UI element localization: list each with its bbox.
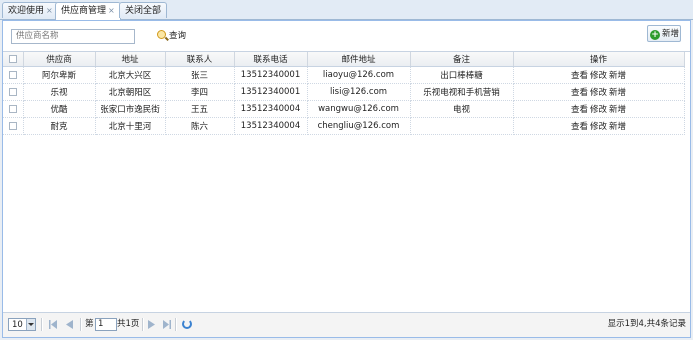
edit-link[interactable]: 修改 bbox=[590, 105, 607, 115]
add-icon: + bbox=[650, 30, 660, 40]
row-checkbox[interactable] bbox=[8, 87, 17, 96]
supplier-name-cell: 耐克 bbox=[23, 117, 96, 135]
actions-cell: 查看 修改 新增 bbox=[513, 66, 685, 84]
column-header-phone[interactable]: 联系电话 bbox=[234, 52, 308, 67]
chevron-down-icon bbox=[26, 319, 35, 330]
column-header-note[interactable]: 备注 bbox=[410, 52, 514, 67]
table-row[interactable]: 乐视 北京朝阳区 李四 13512340001 lisi@126.com 乐视电… bbox=[3, 83, 685, 101]
first-page-icon[interactable] bbox=[49, 320, 57, 329]
supplier-name-cell: 优酷 bbox=[23, 100, 96, 118]
view-link[interactable]: 查看 bbox=[571, 88, 588, 98]
record-summary: 显示1到4,共4条记录 bbox=[607, 319, 686, 329]
address-cell: 北京十里河 bbox=[95, 117, 166, 135]
note-cell: 乐视电视和手机营销 bbox=[410, 83, 514, 101]
address-cell: 张家口市逸民街 bbox=[95, 100, 166, 118]
supplier-grid: 供应商 地址 联系人 联系电话 邮件地址 备注 操作 阿尔卑斯 北京大兴区 张三… bbox=[3, 51, 690, 311]
edit-link[interactable]: 修改 bbox=[590, 122, 607, 132]
email-cell: lisi@126.com bbox=[307, 83, 411, 101]
actions-cell: 查看 修改 新增 bbox=[513, 117, 685, 135]
add-link[interactable]: 新增 bbox=[609, 105, 626, 115]
contact-cell: 李四 bbox=[165, 83, 235, 101]
tab-welcome[interactable]: 欢迎使用 × bbox=[2, 2, 59, 18]
actions-cell: 查看 修改 新增 bbox=[513, 83, 685, 101]
divider bbox=[175, 318, 177, 331]
search-icon bbox=[157, 30, 166, 39]
close-icon[interactable]: × bbox=[108, 6, 115, 15]
tab-label: 欢迎使用 bbox=[8, 6, 45, 16]
actions-cell: 查看 修改 新增 bbox=[513, 100, 685, 118]
divider bbox=[142, 318, 144, 331]
tab-supplier-management[interactable]: 供应商管理 × bbox=[55, 2, 121, 20]
column-header-email[interactable]: 邮件地址 bbox=[307, 52, 411, 67]
column-header-address[interactable]: 地址 bbox=[95, 52, 166, 67]
tab-label: 供应商管理 bbox=[61, 6, 107, 16]
add-button[interactable]: + 新增 bbox=[647, 25, 681, 42]
last-page-icon[interactable] bbox=[163, 320, 171, 329]
contact-cell: 张三 bbox=[165, 66, 235, 84]
table-row[interactable]: 阿尔卑斯 北京大兴区 张三 13512340001 liaoyu@126.com… bbox=[3, 66, 685, 84]
contact-cell: 王五 bbox=[165, 100, 235, 118]
close-icon[interactable]: × bbox=[46, 6, 53, 15]
view-link[interactable]: 查看 bbox=[571, 105, 588, 115]
edit-link[interactable]: 修改 bbox=[590, 71, 607, 81]
add-link[interactable]: 新增 bbox=[609, 122, 626, 132]
email-cell: chengliu@126.com bbox=[307, 117, 411, 135]
page-number-input[interactable]: 1 bbox=[95, 318, 117, 331]
next-page-icon[interactable] bbox=[148, 320, 155, 329]
pagination-bar: 10 第 1 共1页 显示1到4,共4条记录 bbox=[3, 312, 690, 337]
address-cell: 北京朝阳区 bbox=[95, 83, 166, 101]
supplier-name-cell: 乐视 bbox=[23, 83, 96, 101]
page-size-value: 10 bbox=[12, 320, 23, 330]
table-row[interactable]: 优酷 张家口市逸民街 王五 13512340004 wangwu@126.com… bbox=[3, 100, 685, 118]
table-row[interactable]: 耐克 北京十里河 陈六 13512340004 chengliu@126.com… bbox=[3, 117, 685, 135]
divider bbox=[41, 318, 43, 331]
tab-close-all[interactable]: 关闭全部 bbox=[119, 2, 168, 18]
address-cell: 北京大兴区 bbox=[95, 66, 166, 84]
column-header-actions[interactable]: 操作 bbox=[513, 52, 685, 67]
tab-label: 关闭全部 bbox=[125, 6, 162, 16]
email-cell: liaoyu@126.com bbox=[307, 66, 411, 84]
tab-bar: 欢迎使用 × 供应商管理 × 关闭全部 bbox=[0, 0, 693, 20]
edit-link[interactable]: 修改 bbox=[590, 88, 607, 98]
note-cell bbox=[410, 117, 514, 135]
header-row: 供应商 地址 联系人 联系电话 邮件地址 备注 操作 bbox=[3, 52, 685, 67]
email-cell: wangwu@126.com bbox=[307, 100, 411, 118]
search-button-label: 查询 bbox=[169, 31, 187, 41]
supplier-table: 供应商 地址 联系人 联系电话 邮件地址 备注 操作 阿尔卑斯 北京大兴区 张三… bbox=[3, 52, 685, 135]
note-cell: 电视 bbox=[410, 100, 514, 118]
phone-cell: 13512340004 bbox=[234, 117, 308, 135]
page-total: 共1页 bbox=[117, 319, 140, 329]
supplier-name-cell: 阿尔卑斯 bbox=[23, 66, 96, 84]
add-link[interactable]: 新增 bbox=[609, 71, 626, 81]
phone-cell: 13512340004 bbox=[234, 100, 308, 118]
select-all-checkbox[interactable] bbox=[8, 54, 17, 63]
supplier-name-search-input[interactable] bbox=[11, 29, 135, 44]
column-header-supplier[interactable]: 供应商 bbox=[23, 52, 96, 67]
prev-page-icon[interactable] bbox=[66, 320, 73, 329]
add-button-label: 新增 bbox=[662, 29, 680, 39]
add-link[interactable]: 新增 bbox=[609, 88, 626, 98]
row-checkbox[interactable] bbox=[8, 121, 17, 130]
contact-cell: 陈六 bbox=[165, 117, 235, 135]
view-link[interactable]: 查看 bbox=[571, 122, 588, 132]
divider bbox=[80, 318, 82, 331]
refresh-icon[interactable] bbox=[182, 319, 192, 329]
column-header-contact[interactable]: 联系人 bbox=[165, 52, 235, 67]
phone-cell: 13512340001 bbox=[234, 66, 308, 84]
view-link[interactable]: 查看 bbox=[571, 71, 588, 81]
page-size-select[interactable]: 10 bbox=[8, 318, 36, 331]
row-checkbox[interactable] bbox=[8, 70, 17, 79]
note-cell: 出口棒棒糖 bbox=[410, 66, 514, 84]
page-prefix: 第 bbox=[85, 319, 94, 329]
toolbar: 查询 +新增 bbox=[3, 21, 690, 49]
row-checkbox[interactable] bbox=[8, 104, 17, 113]
select-all-cell[interactable] bbox=[3, 52, 24, 67]
supplier-panel: 查询 +新增 供应商 地址 联系人 联系电话 邮件地址 备注 操作 bbox=[2, 20, 691, 338]
phone-cell: 13512340001 bbox=[234, 83, 308, 101]
search-button[interactable]: 查询 bbox=[157, 29, 186, 43]
